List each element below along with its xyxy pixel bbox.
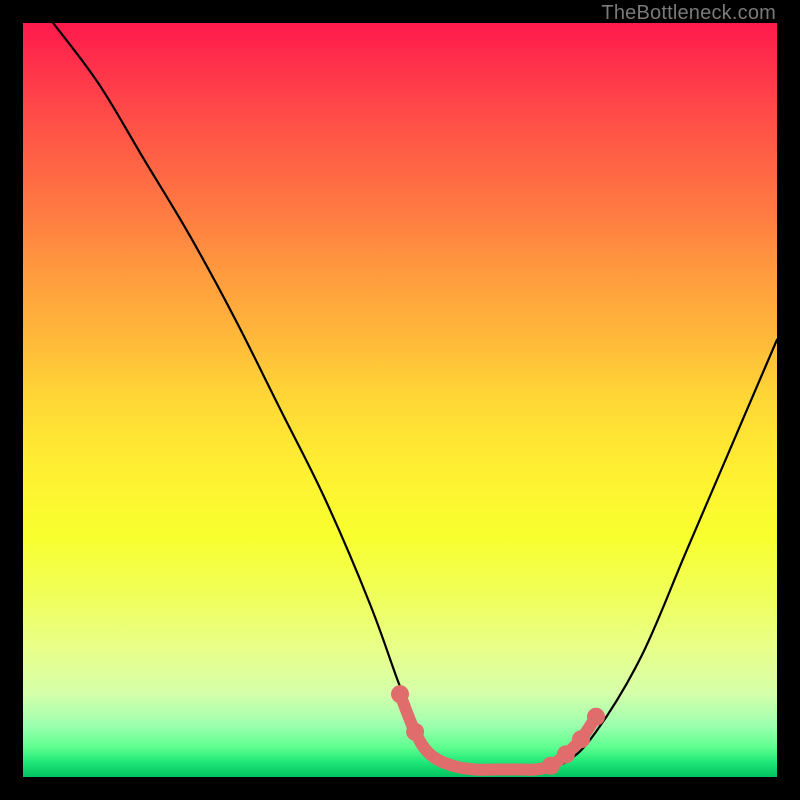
- plot-area: [23, 23, 777, 777]
- curve-line: [53, 23, 777, 770]
- highlight-marker: [542, 757, 560, 775]
- chart-frame: TheBottleneck.com: [0, 0, 800, 800]
- highlight-marker: [406, 723, 424, 741]
- highlight-markers: [391, 685, 605, 775]
- highlight-marker: [587, 708, 605, 726]
- attribution-text: TheBottleneck.com: [601, 2, 776, 25]
- highlight-marker: [572, 730, 590, 748]
- highlight-marker: [557, 745, 575, 763]
- highlight-marker: [391, 685, 409, 703]
- chart-svg: [23, 23, 777, 777]
